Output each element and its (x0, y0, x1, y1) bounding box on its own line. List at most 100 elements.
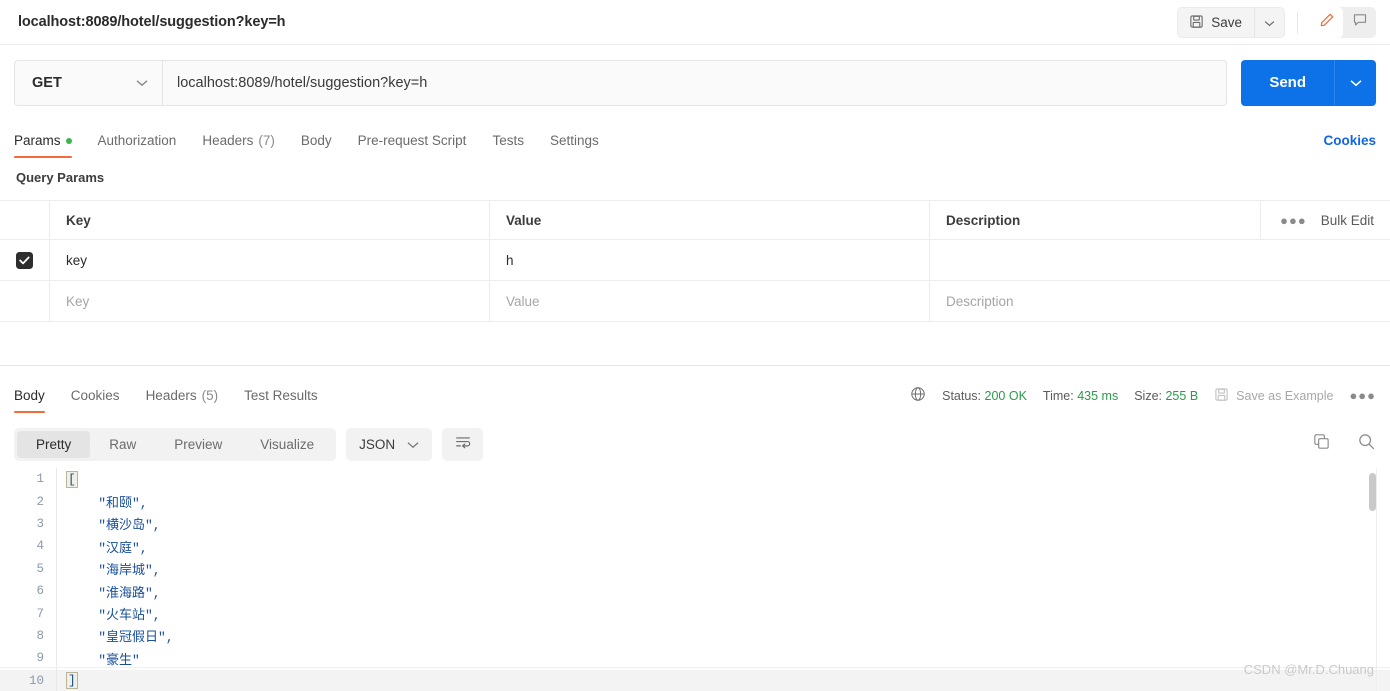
line-number: 5 (36, 561, 44, 576)
cookies-link[interactable]: Cookies (1323, 133, 1376, 148)
new-param-key-placeholder: Key (66, 293, 90, 309)
pencil-icon (1319, 12, 1335, 33)
save-button-group: Save (1177, 7, 1285, 38)
code-text: [ (57, 470, 78, 488)
new-param-description-input[interactable]: Description (930, 281, 1390, 321)
time-label: Time: (1042, 388, 1074, 403)
url-text: localhost:8089/hotel/suggestion?key=h (177, 74, 428, 91)
bracket-highlight: [ (66, 470, 78, 488)
tab-tests[interactable]: Tests (492, 133, 524, 158)
query-params-table: Key Value Description ●●● Bulk Edit key … (0, 200, 1390, 322)
new-param-value-placeholder: Value (506, 293, 540, 309)
copy-icon[interactable] (1312, 432, 1331, 456)
new-param-key-input[interactable]: Key (50, 281, 490, 321)
floppy-disk-icon (1189, 14, 1204, 32)
status-group: Status: 200 OK (942, 389, 1027, 403)
size-label: Size: (1134, 388, 1162, 403)
tab-test-results[interactable]: Test Results (244, 388, 318, 413)
header-checkbox-cell (0, 201, 50, 239)
method-label: GET (32, 74, 62, 91)
view-mode-pretty[interactable]: Pretty (17, 430, 91, 458)
tab-params[interactable]: Params (14, 133, 72, 158)
view-mode-preview[interactable]: Preview (155, 431, 241, 458)
response-body-actions (1312, 420, 1376, 468)
save-options-button[interactable] (1254, 8, 1284, 37)
format-selector[interactable]: JSON (346, 427, 433, 461)
tab-response-headers-label: Headers (145, 388, 197, 403)
code-text: "淮海路", (67, 585, 161, 601)
code-text: "豪生" (67, 652, 140, 668)
save-button-label: Save (1211, 15, 1242, 30)
query-params-title: Query Params (16, 170, 105, 185)
globe-icon[interactable] (910, 386, 926, 405)
save-as-example-button[interactable]: Save as Example (1214, 387, 1333, 405)
header-description: Description (946, 212, 1021, 228)
send-button-group: Send (1241, 59, 1376, 106)
request-tabs: Params Authorization Headers (7) Body Pr… (0, 120, 1390, 158)
code-text: "皇冠假日", (67, 630, 174, 646)
empty-row-checkbox-cell (0, 281, 50, 321)
top-bar: localhost:8089/hotel/suggestion?key=h Sa… (0, 0, 1390, 45)
tab-response-cookies[interactable]: Cookies (71, 388, 120, 413)
view-toggle-group (1310, 7, 1376, 38)
line-number: 1 (36, 472, 44, 487)
line-number: 2 (36, 494, 44, 509)
bulk-edit-button[interactable]: Bulk Edit (1321, 213, 1374, 228)
bracket-highlight: ] (66, 672, 78, 690)
code-text: "火车站", (67, 608, 161, 624)
new-param-value-input[interactable]: Value (490, 281, 930, 321)
pane-divider[interactable] (0, 365, 1390, 366)
row-checkbox-cell (0, 240, 50, 280)
view-mode-visualize[interactable]: Visualize (241, 431, 333, 458)
param-key-input[interactable]: key (50, 240, 490, 280)
line-number: 7 (36, 606, 44, 621)
time-value: 435 ms (1077, 388, 1119, 403)
tab-body[interactable]: Body (301, 133, 332, 158)
save-as-example-label: Save as Example (1236, 388, 1334, 403)
code-line: 5 "海岸城", (0, 557, 1390, 580)
table-actions: ●●● Bulk Edit (1260, 201, 1390, 239)
table-header-row: Key Value Description ●●● Bulk Edit (0, 201, 1390, 240)
tab-headers[interactable]: Headers (7) (202, 133, 275, 158)
params-modified-dot (65, 137, 72, 144)
tab-response-body[interactable]: Body (14, 388, 45, 413)
tab-pre-request-script[interactable]: Pre-request Script (358, 133, 467, 158)
response-scrollbar[interactable] (1368, 468, 1376, 691)
header-value: Value (490, 201, 930, 239)
line-number: 10 (28, 673, 44, 688)
response-body-viewer[interactable]: 1 [ 2 "和颐", 3 "横沙岛", 4 "汉庭", 5 "海岸城", 6 (0, 468, 1390, 691)
response-more-icon[interactable]: ●●● (1349, 388, 1376, 403)
chevron-down-icon (1350, 74, 1362, 92)
edit-request-button[interactable] (1310, 7, 1343, 38)
tab-authorization[interactable]: Authorization (98, 133, 177, 158)
send-options-button[interactable] (1334, 59, 1376, 106)
send-button[interactable]: Send (1241, 59, 1334, 106)
code-line: 3 "横沙岛", (0, 512, 1390, 536)
table-row-empty: Key Value Description (0, 281, 1390, 322)
search-icon[interactable] (1357, 432, 1376, 456)
scrollbar-thumb[interactable] (1369, 473, 1376, 511)
toolbar-divider (1297, 11, 1298, 34)
param-description-input[interactable] (930, 240, 1390, 280)
code-line: 8 "皇冠假日", (0, 624, 1390, 648)
code-line-active: 10 ] (0, 669, 1390, 691)
param-value-input[interactable]: h (490, 240, 930, 280)
method-selector[interactable]: GET (14, 59, 162, 106)
response-status-strip: Status: 200 OK Time: 435 ms Size: 255 B (910, 386, 1376, 405)
comment-icon (1352, 12, 1368, 33)
save-button[interactable]: Save (1178, 8, 1254, 37)
wrap-lines-button[interactable] (442, 427, 484, 461)
url-input[interactable]: localhost:8089/hotel/suggestion?key=h (162, 59, 1228, 106)
top-bar-actions: Save (1177, 0, 1376, 45)
tab-response-headers[interactable]: Headers (5) (146, 388, 219, 413)
wrap-lines-icon (454, 434, 472, 455)
param-enabled-checkbox[interactable] (16, 251, 33, 269)
code-line: 7 "火车站", (0, 602, 1390, 625)
tab-settings[interactable]: Settings (550, 133, 599, 158)
scrollbar-track (1376, 468, 1377, 691)
url-row: GET localhost:8089/hotel/suggestion?key=… (0, 45, 1390, 120)
new-param-description-placeholder: Description (946, 293, 1014, 309)
view-mode-raw[interactable]: Raw (90, 431, 155, 458)
comments-button[interactable] (1343, 7, 1376, 38)
ellipsis-icon[interactable]: ●●● (1280, 213, 1307, 228)
